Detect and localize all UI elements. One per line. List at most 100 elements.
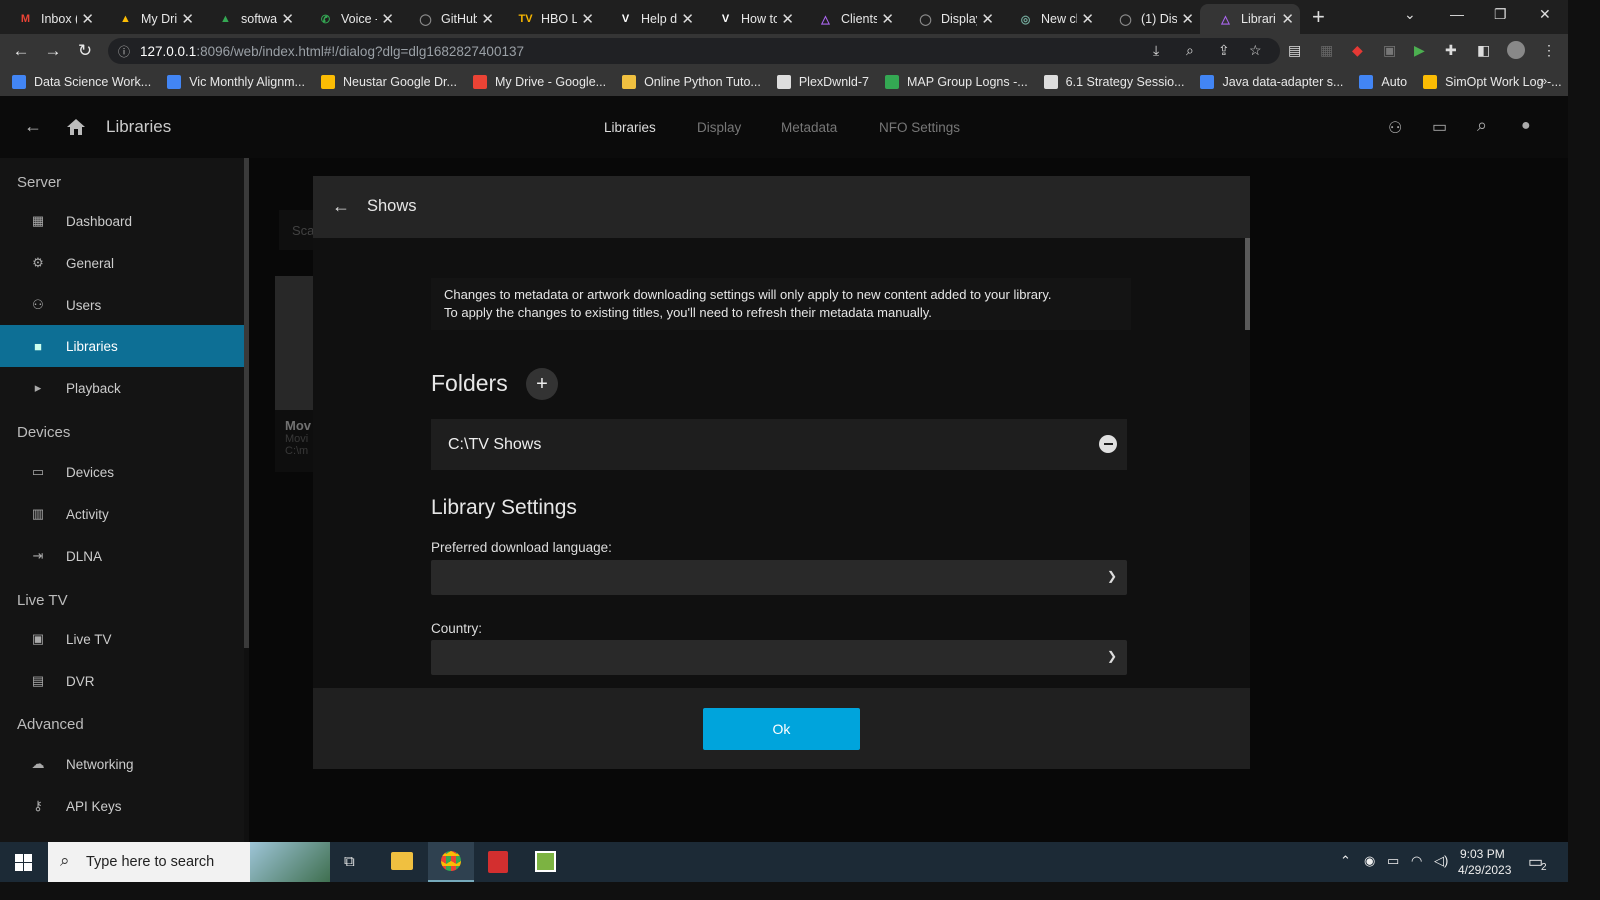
browser-tab[interactable]: ✆ Voice - ✕ (300, 4, 400, 34)
battery-icon[interactable]: ▭ (1387, 853, 1399, 869)
volume-icon[interactable]: ◁) (1434, 853, 1448, 869)
folder-row[interactable]: C:\TV Shows (431, 419, 1127, 470)
back-icon[interactable]: ← (10, 41, 32, 61)
bookmark-item[interactable]: Auto (1359, 75, 1407, 89)
tray-expand-icon[interactable]: ⌃ (1340, 853, 1351, 869)
sidebar-item-networking[interactable]: ☁ Networking (0, 743, 244, 785)
dialog-back-icon[interactable]: ← (332, 196, 350, 217)
search-icon[interactable]: ⌕ (1477, 115, 1487, 136)
close-tab-icon[interactable]: ✕ (1181, 10, 1194, 28)
extension-icon[interactable]: ▦ (1320, 42, 1333, 59)
close-tab-icon[interactable]: ✕ (881, 10, 894, 28)
sidebar-item-activity[interactable]: ▥ Activity (0, 493, 244, 535)
site-info-icon[interactable]: ⓘ (118, 43, 130, 60)
dialog-scrollbar[interactable] (1245, 238, 1250, 330)
bookmark-item[interactable]: MAP Group Logns -... (885, 75, 1028, 89)
windows-start-icon[interactable] (15, 854, 32, 871)
sidebar-item-dvr[interactable]: ▤ DVR (0, 660, 244, 702)
close-tab-icon[interactable]: ✕ (281, 10, 294, 28)
home-icon[interactable] (66, 118, 86, 136)
close-tab-icon[interactable]: ✕ (781, 10, 794, 28)
extension-icon[interactable]: ▣ (1383, 42, 1396, 59)
close-tab-icon[interactable]: ✕ (681, 10, 694, 28)
browser-menu-icon[interactable]: ⋮ (1542, 42, 1556, 59)
browser-tab[interactable]: TV HBO Li ✕ (500, 4, 600, 34)
sidebar-item-general[interactable]: ⚙ General (0, 242, 244, 284)
bookmark-item[interactable]: PlexDwnld-7 (776, 75, 869, 89)
nav-tab-nfo-settings[interactable]: NFO Settings (879, 120, 960, 135)
nav-tab-libraries[interactable]: Libraries (604, 120, 656, 135)
nav-tab-display[interactable]: Display (697, 120, 741, 135)
cast-icon[interactable]: ▭ (1432, 117, 1447, 137)
zoom-icon[interactable]: ⌕ (1186, 42, 1194, 59)
reload-icon[interactable]: ↻ (74, 41, 96, 61)
browser-tab[interactable]: ▲ My Dri ✕ (100, 4, 200, 34)
browser-tab[interactable]: △ Librari ✕ (1200, 4, 1300, 34)
task-view-icon[interactable]: ⧉ (344, 853, 355, 870)
close-tab-icon[interactable]: ✕ (581, 10, 594, 28)
webcam-icon[interactable]: ◉ (1364, 853, 1375, 869)
clock-date[interactable]: 4/29/2023 (1458, 863, 1511, 877)
browser-tab[interactable]: ▲ softwa ✕ (200, 4, 300, 34)
chrome-taskbar-button[interactable] (428, 842, 474, 882)
wifi-icon[interactable]: ◠ (1411, 853, 1422, 869)
browser-tab[interactable]: ◯ Display ✕ (900, 4, 1000, 34)
sidebar-item-live-tv[interactable]: ▣ Live TV (0, 618, 244, 660)
more-bookmarks-icon[interactable]: » (1540, 73, 1547, 88)
profile-avatar[interactable] (1507, 41, 1525, 59)
bookmark-item[interactable]: Data Science Work... (12, 75, 151, 89)
close-tab-icon[interactable]: ✕ (1281, 10, 1294, 28)
acrobat-icon[interactable] (488, 851, 508, 873)
install-app-icon[interactable]: ⤓ (1153, 42, 1159, 59)
close-tab-icon[interactable]: ✕ (981, 10, 994, 28)
close-tab-icon[interactable]: ✕ (481, 10, 494, 28)
close-tab-icon[interactable]: ✕ (181, 10, 194, 28)
close-tab-icon[interactable]: ✕ (381, 10, 394, 28)
bookmark-item[interactable]: 6.1 Strategy Sessio... (1043, 75, 1184, 89)
browser-tab[interactable]: M Inbox (✕ (0, 4, 100, 34)
back-arrow-icon[interactable]: ← (24, 116, 42, 137)
sidebar-item-libraries[interactable]: ■ Libraries (0, 325, 244, 367)
file-explorer-icon[interactable] (391, 852, 413, 870)
close-window-icon[interactable]: ✕ (1539, 6, 1551, 23)
new-tab-icon[interactable]: + (1312, 4, 1325, 30)
minimize-icon[interactable]: — (1450, 6, 1464, 22)
syncplay-icon[interactable]: ⚇ (1388, 118, 1402, 138)
browser-tab[interactable]: V How to ✕ (700, 4, 800, 34)
bookmark-item[interactable]: Online Python Tuto... (622, 75, 761, 89)
nav-tab-metadata[interactable]: Metadata (781, 120, 837, 135)
close-tab-icon[interactable]: ✕ (81, 10, 94, 28)
sidebar-item-users[interactable]: ⚇ Users (0, 284, 244, 326)
browser-tab[interactable]: ◎ New cl ✕ (1000, 4, 1100, 34)
side-panel-icon[interactable]: ◧ (1477, 42, 1490, 59)
ok-button[interactable]: Ok (703, 708, 860, 750)
bookmark-item[interactable]: Neustar Google Dr... (320, 75, 457, 89)
extension-icon[interactable]: ▶ (1414, 42, 1425, 59)
restore-icon[interactable]: ❐ (1494, 6, 1507, 23)
tab-search-icon[interactable]: ⌄ (1404, 6, 1416, 23)
sidebar-item-devices[interactable]: ▭ Devices (0, 451, 244, 493)
extension-icon[interactable]: ▤ (1288, 42, 1301, 59)
remove-folder-button[interactable] (1099, 435, 1117, 453)
taskbar-search-field[interactable]: ⌕ Type here to search (48, 842, 330, 882)
share-icon[interactable]: ⇪ (1218, 42, 1230, 59)
language-select[interactable]: ❯ (431, 560, 1127, 595)
browser-tab[interactable]: △ Clients ✕ (800, 4, 900, 34)
browser-tab[interactable]: ◯ GitHub ✕ (400, 4, 500, 34)
clock-time[interactable]: 9:03 PM (1460, 847, 1505, 861)
sidebar-item-api-keys[interactable]: ⚷ API Keys (0, 785, 244, 827)
bookmark-star-icon[interactable]: ☆ (1249, 42, 1262, 59)
url-field[interactable]: ⓘ 127.0.0.1:8096/web/index.html#!/dialog… (108, 38, 1280, 64)
notepad-icon[interactable] (535, 851, 556, 872)
sidebar-item-dashboard[interactable]: ▦ Dashboard (0, 200, 244, 242)
extensions-puzzle-icon[interactable]: ✚ (1445, 42, 1457, 59)
sidebar-item-playback[interactable]: ▸ Playback (0, 367, 244, 409)
close-tab-icon[interactable]: ✕ (1081, 10, 1094, 28)
ublock-icon[interactable]: ◆ (1352, 42, 1363, 59)
bookmark-item[interactable]: Java data-adapter s... (1200, 75, 1343, 89)
add-folder-button[interactable]: + (526, 368, 558, 400)
sidebar-item-dlna[interactable]: ⇥ DLNA (0, 535, 244, 577)
country-select[interactable]: ❯ (431, 640, 1127, 675)
bookmark-item[interactable]: Vic Monthly Alignm... (167, 75, 305, 89)
user-icon[interactable]: ● (1521, 117, 1531, 135)
